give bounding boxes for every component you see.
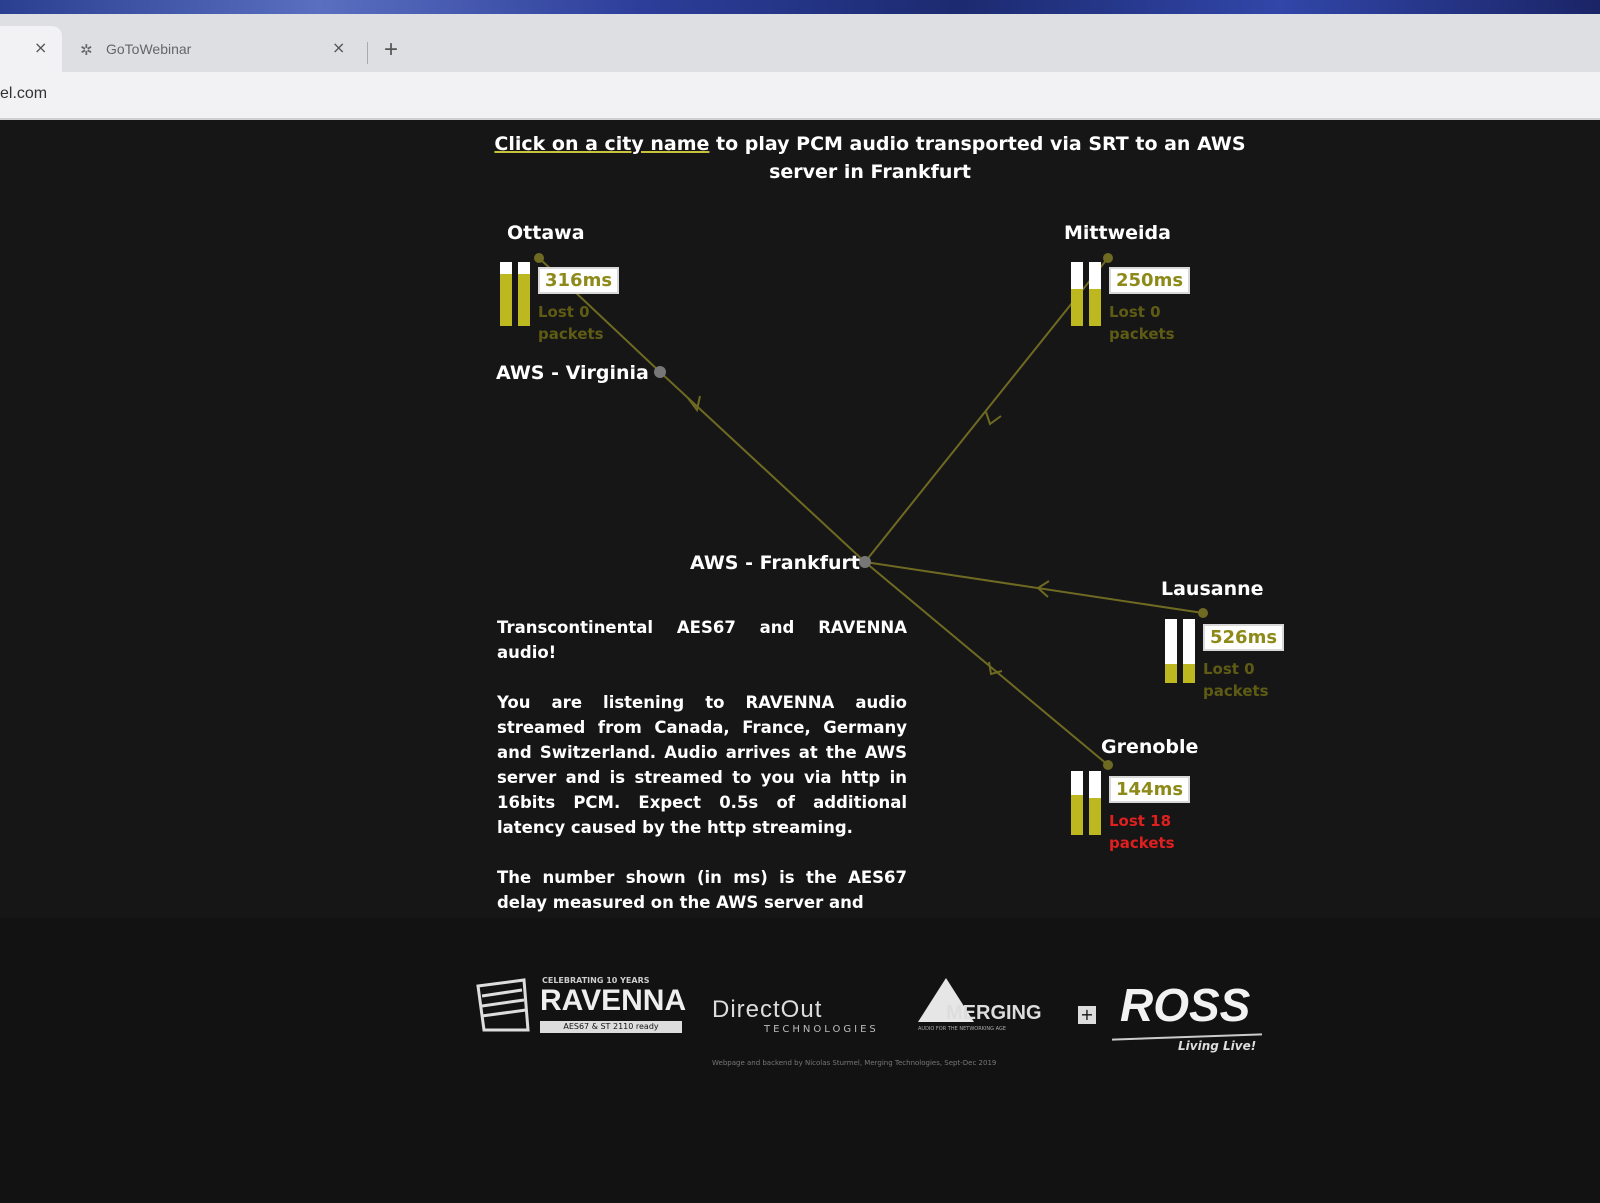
- address-bar[interactable]: el.com: [0, 72, 1600, 120]
- ross-logo: ROSS Living Live!: [1112, 978, 1277, 1058]
- delay-badge-mittweida: 250ms: [1109, 267, 1191, 294]
- directout-sub: TECHNOLOGIES: [764, 1024, 879, 1035]
- description-paragraph: Transcontinental AES67 and RAVENNA audio…: [497, 618, 907, 662]
- level-right: [518, 273, 530, 326]
- level-meter-grenoble: [1071, 771, 1109, 835]
- aws-virginia-label: AWS - Virginia: [496, 362, 649, 384]
- url-text[interactable]: el.com: [0, 85, 47, 103]
- description-paragraph: The number shown (in ms) is the AES67 de…: [497, 868, 907, 912]
- level-left: [1165, 663, 1177, 683]
- plus-icon: +: [1078, 1006, 1096, 1024]
- directout-wordmark: DirectOut: [712, 996, 823, 1023]
- sponsor-footer: CELEBRATING 10 YEARS RAVENNA AES67 & ST …: [0, 918, 1600, 1203]
- level-right: [1089, 797, 1101, 835]
- new-tab-button[interactable]: +: [384, 36, 398, 64]
- ross-wordmark: ROSS: [1120, 979, 1251, 1031]
- close-icon[interactable]: ×: [34, 38, 47, 57]
- node-lausanne: [1198, 608, 1208, 618]
- ravenna-wordmark: RAVENNA: [540, 984, 687, 1017]
- description-text: Transcontinental AES67 and RAVENNA audio…: [497, 615, 907, 940]
- level-meter-ottawa: [500, 262, 538, 326]
- level-left: [1071, 795, 1083, 835]
- close-icon[interactable]: ×: [332, 38, 345, 57]
- merging-wordmark: MERGING: [946, 1002, 1042, 1024]
- directout-logo: DirectOut TECHNOLOGIES: [712, 996, 897, 1036]
- lost-packets-lausanne: Lost 0 packets: [1203, 660, 1269, 700]
- tab-active[interactable]: ×: [0, 26, 62, 72]
- gear-icon: ✲: [80, 41, 93, 59]
- ravenna-logo: CELEBRATING 10 YEARS RAVENNA AES67 & ST …: [474, 976, 689, 1036]
- node-grenoble: [1103, 760, 1113, 770]
- delay-badge-grenoble: 144ms: [1109, 776, 1191, 803]
- city-lausanne[interactable]: Lausanne: [1161, 578, 1264, 600]
- ravenna-sub: AES67 & ST 2110 ready: [540, 1021, 682, 1033]
- arrow-icon: [988, 661, 1003, 676]
- browser-tab-bar: × ✲ GoToWebinar × +: [0, 14, 1600, 72]
- desktop-wallpaper: [0, 0, 1600, 14]
- tab-separator: [367, 42, 368, 64]
- lost-packets-ottawa: Lost 0 packets: [538, 303, 604, 343]
- delay-badge-lausanne: 526ms: [1203, 624, 1285, 651]
- level-meter-lausanne: [1165, 619, 1203, 683]
- city-grenoble[interactable]: Grenoble: [1101, 736, 1198, 758]
- merging-sub: AUDIO FOR THE NETWORKING AGE: [918, 1026, 1006, 1032]
- city-ottawa[interactable]: Ottawa: [507, 222, 585, 244]
- ross-tagline: Living Live!: [1178, 1039, 1257, 1053]
- arrow-icon: [985, 411, 1002, 426]
- lost-packets-mittweida: Lost 0 packets: [1109, 303, 1175, 343]
- delay-badge-ottawa: 316ms: [538, 267, 620, 294]
- node-aws-frankfurt: [859, 556, 871, 568]
- city-mittweida[interactable]: Mittweida: [1064, 222, 1171, 244]
- level-right: [1183, 663, 1195, 683]
- footer-credit: Webpage and backend by Nicolas Sturmel, …: [712, 1059, 997, 1067]
- aws-frankfurt-label: AWS - Frankfurt: [690, 552, 860, 574]
- level-right: [1089, 288, 1101, 326]
- level-left: [1071, 288, 1083, 326]
- merging-logo: MERGING + AUDIO FOR THE NETWORKING AGE: [916, 976, 1101, 1036]
- ravenna-emblem-icon: [476, 978, 530, 1032]
- lost-packets-grenoble: Lost 18 packets: [1109, 812, 1175, 852]
- description-paragraph: You are listening to RAVENNA audio strea…: [497, 693, 907, 837]
- level-meter-mittweida: [1071, 262, 1109, 326]
- tab-title: GoToWebinar: [106, 41, 192, 57]
- level-left: [500, 273, 512, 326]
- node-aws-virginia: [654, 366, 666, 378]
- tab-gotowebinar[interactable]: ✲ GoToWebinar ×: [64, 26, 364, 72]
